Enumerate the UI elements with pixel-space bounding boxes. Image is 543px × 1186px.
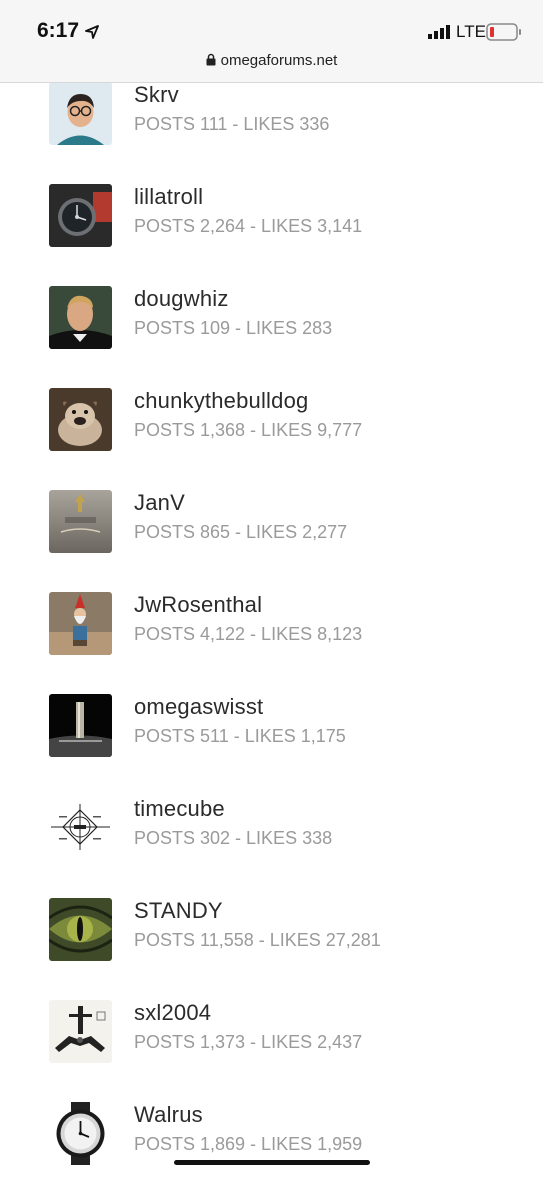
- avatar[interactable]: [49, 1102, 112, 1165]
- member-username[interactable]: Walrus: [134, 1102, 203, 1128]
- cellular-signal-icon: [428, 25, 452, 44]
- avatar[interactable]: [49, 82, 112, 145]
- member-username[interactable]: lillatroll: [134, 184, 203, 210]
- list-item[interactable]: dougwhiz POSTS 109 - LIKES 283: [0, 268, 543, 370]
- lock-icon: [206, 53, 216, 70]
- avatar[interactable]: [49, 388, 112, 451]
- avatar[interactable]: [49, 1000, 112, 1063]
- avatar[interactable]: [49, 898, 112, 961]
- address-bar[interactable]: omegaforums.net: [0, 52, 543, 70]
- member-username[interactable]: JwRosenthal: [134, 592, 262, 618]
- list-item[interactable]: chunkythebulldog POSTS 1,368 - LIKES 9,7…: [0, 370, 543, 472]
- avatar[interactable]: [49, 490, 112, 553]
- avatar[interactable]: [49, 796, 112, 859]
- member-stats: POSTS 1,368 - LIKES 9,777: [134, 420, 363, 440]
- member-username[interactable]: sxl2004: [134, 1000, 211, 1026]
- member-username[interactable]: dougwhiz: [134, 286, 229, 312]
- member-username[interactable]: omegaswisst: [134, 694, 263, 720]
- member-stats: POSTS 11,558 - LIKES 27,281: [134, 930, 381, 950]
- member-stats: POSTS 511 - LIKES 1,175: [134, 726, 346, 746]
- list-item[interactable]: Walrus POSTS 1,869 - LIKES 1,959: [0, 1084, 543, 1186]
- member-username[interactable]: STANDY: [134, 898, 223, 924]
- list-item[interactable]: omegaswisst POSTS 511 - LIKES 1,175: [0, 676, 543, 778]
- member-stats: POSTS 1,869 - LIKES 1,959: [134, 1134, 363, 1154]
- member-stats: POSTS 109 - LIKES 283: [134, 318, 333, 338]
- status-bar: 6:17 LTE omegaforums.net: [0, 0, 543, 83]
- member-stats: POSTS 865 - LIKES 2,277: [134, 522, 348, 542]
- clock: 6:17: [37, 19, 80, 42]
- location-arrow-icon: [85, 25, 99, 44]
- member-username[interactable]: JanV: [134, 490, 185, 516]
- member-username[interactable]: chunkythebulldog: [134, 388, 308, 414]
- list-item[interactable]: STANDY POSTS 11,558 - LIKES 27,281: [0, 880, 543, 982]
- avatar[interactable]: [49, 184, 112, 247]
- list-item[interactable]: sxl2004 POSTS 1,373 - LIKES 2,437: [0, 982, 543, 1084]
- list-item[interactable]: lillatroll POSTS 2,264 - LIKES 3,141: [0, 166, 543, 268]
- list-item[interactable]: JanV POSTS 865 - LIKES 2,277: [0, 472, 543, 574]
- url-text: omegaforums.net: [220, 52, 338, 69]
- avatar[interactable]: [49, 592, 112, 655]
- list-item[interactable]: JwRosenthal POSTS 4,122 - LIKES 8,123: [0, 574, 543, 676]
- member-stats: POSTS 1,373 - LIKES 2,437: [134, 1032, 363, 1052]
- member-stats: POSTS 302 - LIKES 338: [134, 828, 333, 848]
- member-stats: POSTS 111 - LIKES 336: [134, 114, 330, 134]
- avatar[interactable]: [49, 286, 112, 349]
- member-stats: POSTS 4,122 - LIKES 8,123: [134, 624, 363, 644]
- member-username[interactable]: Skrv: [134, 82, 179, 108]
- network-type: LTE: [456, 22, 486, 41]
- home-indicator[interactable]: [174, 1160, 370, 1165]
- avatar[interactable]: [49, 694, 112, 757]
- list-item[interactable]: timecube POSTS 302 - LIKES 338: [0, 778, 543, 880]
- member-stats: POSTS 2,264 - LIKES 3,141: [134, 216, 363, 236]
- battery-icon: [486, 23, 522, 46]
- member-username[interactable]: timecube: [134, 796, 225, 822]
